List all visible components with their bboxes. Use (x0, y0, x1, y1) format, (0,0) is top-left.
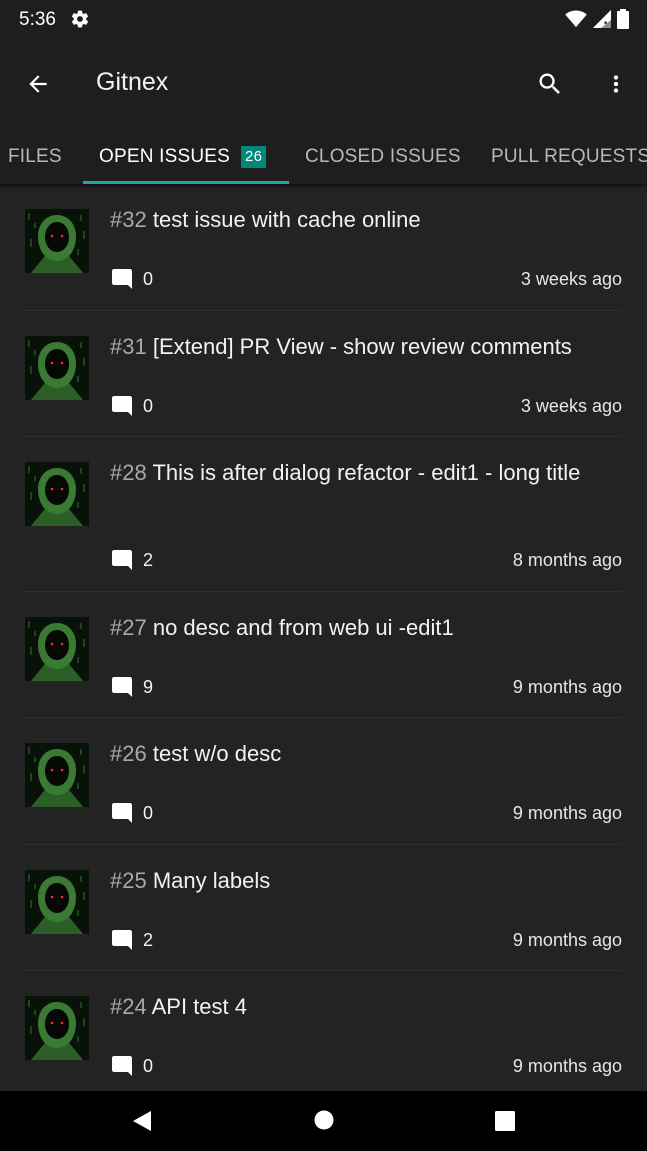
issue-title-text: test issue with cache online (152, 207, 421, 232)
tab-open-issues[interactable]: OPEN ISSUES 26 (99, 130, 267, 184)
list-item[interactable]: #26 test w/o desc 0 9 months ago (0, 718, 647, 845)
issue-date: 3 weeks ago (520, 396, 622, 416)
comment-count: 0 (143, 396, 154, 416)
tab-closed-issues[interactable]: CLOSED ISSUES (305, 130, 461, 184)
issue-title-text: This is after dialog refactor - edit1 - … (152, 460, 581, 485)
issue-title-text: test w/o desc (152, 741, 282, 766)
avatar[interactable] (25, 617, 89, 681)
avatar[interactable] (25, 870, 89, 934)
nav-home-icon[interactable] (314, 1110, 334, 1135)
status-icons (565, 9, 629, 34)
more-options-button[interactable] (598, 66, 634, 102)
issue-title[interactable]: #27 no desc and from web ui -edit1 (110, 614, 620, 642)
list-item[interactable]: #24 API test 4 0 9 months ago (0, 971, 647, 1091)
tab-pull-requests[interactable]: PULL REQUESTS (491, 130, 647, 184)
list-item[interactable]: #25 Many labels 2 9 months ago (0, 845, 647, 971)
status-bar: 5:36 (0, 0, 647, 38)
active-tab-indicator (83, 181, 289, 184)
issue-number: #24 (110, 994, 147, 1019)
issue-title-text: [Extend] PR View - show review comments (152, 334, 572, 359)
avatar[interactable] (25, 462, 89, 526)
app-bar: Gitnex (0, 38, 647, 130)
issue-date: 9 months ago (512, 930, 622, 950)
page-title: Gitnex (96, 68, 169, 96)
tab-bar: FILES OPEN ISSUES 26 CLOSED ISSUES PULL … (0, 130, 647, 184)
issue-number: #27 (110, 615, 147, 640)
comment-icon (110, 394, 134, 418)
issue-count-badge: 26 (241, 146, 267, 168)
comment-count: 2 (143, 930, 154, 950)
avatar[interactable] (25, 209, 89, 273)
signal-icon (593, 10, 611, 33)
issue-title[interactable]: #31 [Extend] PR View - show review comme… (110, 333, 620, 361)
issue-title[interactable]: #32 test issue with cache online (110, 206, 620, 234)
comment-icon (110, 1054, 134, 1078)
more-vert-icon (613, 75, 619, 93)
issue-title[interactable]: #28 This is after dialog refactor - edit… (110, 459, 620, 487)
comment-count: 0 (143, 269, 154, 289)
system-nav-bar (0, 1091, 647, 1151)
issue-title[interactable]: #25 Many labels (110, 867, 620, 895)
tab-label: OPEN ISSUES (99, 146, 231, 167)
issue-title-text: no desc and from web ui -edit1 (152, 615, 454, 640)
issue-title-text: API test 4 (151, 994, 248, 1019)
search-icon (539, 73, 560, 94)
status-time: 5:36 (19, 9, 56, 30)
battery-icon (617, 9, 629, 34)
gear-icon (70, 9, 90, 29)
tab-label: PULL REQUESTS (491, 146, 647, 167)
nav-recents-icon[interactable] (495, 1111, 515, 1136)
issue-date: 9 months ago (512, 803, 622, 823)
issue-number: #28 (110, 460, 147, 485)
tab-label: FILES (8, 146, 62, 167)
avatar[interactable] (25, 996, 89, 1060)
back-button[interactable] (20, 66, 56, 102)
comment-icon (110, 675, 134, 699)
list-item[interactable]: #31 [Extend] PR View - show review comme… (0, 311, 647, 437)
comment-count: 2 (143, 550, 154, 570)
list-item[interactable]: #32 test issue with cache online 0 3 wee… (0, 184, 647, 311)
wifi-icon (565, 10, 587, 33)
tab-files[interactable]: FILES (8, 130, 62, 184)
tab-label: CLOSED ISSUES (305, 146, 461, 167)
issue-list[interactable]: #32 test issue with cache online 0 3 wee… (0, 184, 647, 1091)
issue-number: #26 (110, 741, 147, 766)
issue-number: #25 (110, 868, 147, 893)
search-button[interactable] (532, 66, 568, 102)
comment-count: 0 (143, 1056, 154, 1076)
issue-title[interactable]: #26 test w/o desc (110, 740, 620, 768)
nav-back-icon[interactable] (131, 1110, 153, 1137)
avatar[interactable] (25, 336, 89, 400)
issue-number: #32 (110, 207, 147, 232)
issue-title-text: Many labels (152, 868, 271, 893)
comment-icon (110, 928, 134, 952)
issue-date: 9 months ago (512, 1056, 622, 1076)
comment-count: 0 (143, 803, 154, 823)
issue-number: #31 (110, 334, 147, 359)
avatar[interactable] (25, 743, 89, 807)
issue-title[interactable]: #24 API test 4 (110, 993, 620, 1021)
comment-icon (110, 267, 134, 291)
issue-date: 3 weeks ago (520, 269, 622, 289)
back-arrow-icon (29, 75, 47, 93)
list-item[interactable]: #28 This is after dialog refactor - edit… (0, 437, 647, 592)
comment-count: 9 (143, 677, 154, 697)
comment-icon (110, 801, 134, 825)
issue-date: 9 months ago (512, 677, 622, 697)
issue-date: 8 months ago (512, 550, 622, 570)
comment-icon (110, 548, 134, 572)
list-item[interactable]: #27 no desc and from web ui -edit1 9 9 m… (0, 592, 647, 718)
